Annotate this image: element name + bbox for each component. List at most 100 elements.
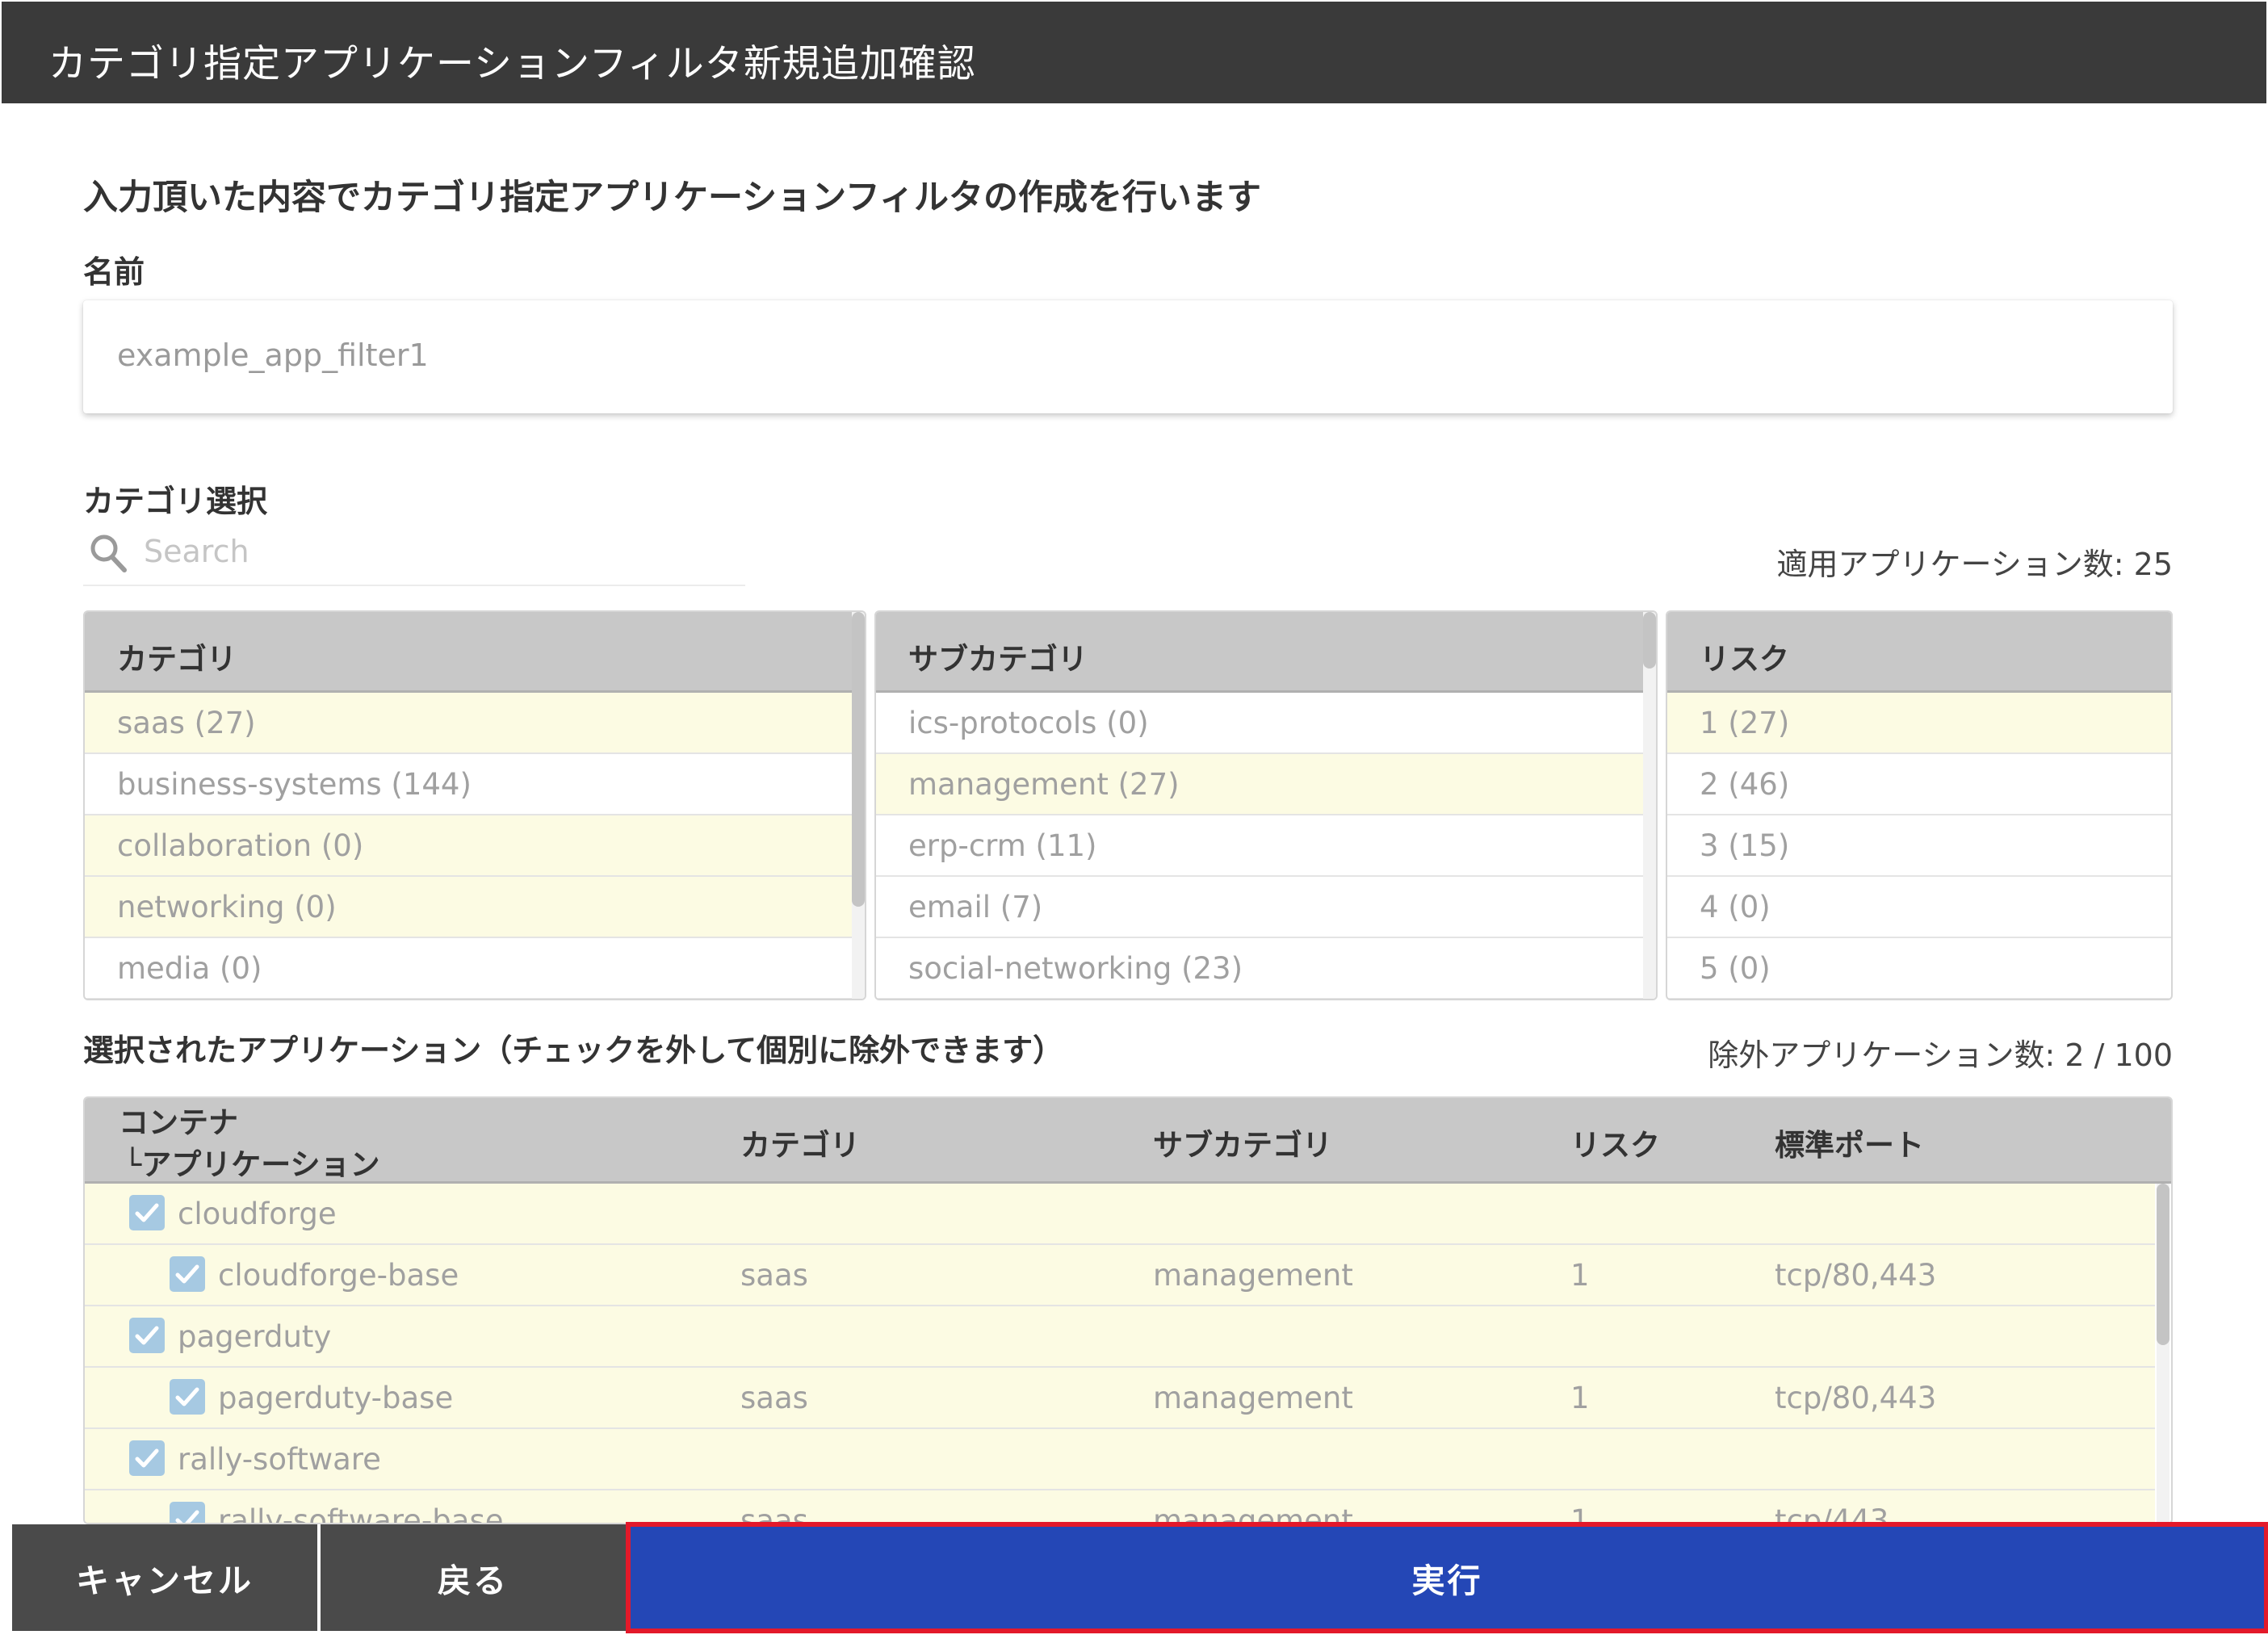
port-cell: tcp/80,443	[1775, 1381, 1937, 1415]
risk-item-label: 1 (27)	[1700, 706, 1790, 740]
risk-list-item[interactable]: 1 (27)	[1667, 693, 2171, 754]
risk-cell: 1	[1570, 1381, 1590, 1415]
port-cell: tcp/443	[1775, 1503, 1889, 1524]
selected-apps-table: コンテナ └アプリケーション カテゴリ サブカテゴリ リスク 標準ポート clo…	[83, 1096, 2173, 1524]
subcategory-list-item[interactable]: social-networking (23)	[876, 938, 1656, 999]
risk-panel-header: リスク	[1667, 612, 2171, 693]
risk-cell: 1	[1570, 1258, 1590, 1293]
risk-cell: 1	[1570, 1503, 1590, 1524]
risk-list-item[interactable]: 3 (15)	[1667, 815, 2171, 877]
dialog-footer: キャンセル 戻る 実行	[12, 1522, 2268, 1633]
col-category: カテゴリ	[740, 1128, 860, 1163]
risk-item-label: 2 (46)	[1700, 767, 1790, 802]
category-list-item[interactable]: media (0)	[85, 938, 865, 999]
col-container: コンテナ	[119, 1105, 238, 1140]
subcategory-scrollbar[interactable]	[1643, 612, 1656, 999]
category-list-item[interactable]: saas (27)	[85, 693, 865, 754]
table-row: pagerduty	[85, 1306, 2155, 1368]
category-scroll-thumb[interactable]	[852, 612, 865, 907]
port-cell: tcp/80,443	[1775, 1258, 1937, 1293]
row-checkbox[interactable]	[129, 1318, 165, 1353]
subcategory-item-label: erp-crm (11)	[908, 828, 1097, 863]
risk-list-item[interactable]: 2 (46)	[1667, 754, 2171, 815]
cancel-button[interactable]: キャンセル	[12, 1524, 317, 1631]
checkmark-icon	[175, 1510, 199, 1523]
category-search[interactable]	[83, 525, 745, 586]
col-port: 標準ポート	[1775, 1128, 1924, 1163]
risk-item-label: 5 (0)	[1700, 951, 1771, 986]
category-scrollbar[interactable]	[852, 612, 865, 999]
subcategory-list-item[interactable]: email (7)	[876, 877, 1656, 938]
back-button[interactable]: 戻る	[321, 1524, 626, 1631]
risk-header-label: リスク	[1700, 642, 1789, 677]
category-select-label: カテゴリ選択	[83, 484, 268, 519]
category-cell: saas	[740, 1258, 808, 1293]
table-row: cloudforge	[85, 1184, 2155, 1245]
subcategory-cell: management	[1153, 1381, 1353, 1415]
row-checkbox[interactable]	[170, 1379, 205, 1415]
name-label: 名前	[83, 254, 145, 290]
category-list-item[interactable]: collaboration (0)	[85, 815, 865, 877]
execute-button[interactable]: 実行	[626, 1522, 2268, 1633]
subcategory-panel-header: サブカテゴリ	[876, 612, 1656, 693]
col-subcategory: サブカテゴリ	[1153, 1128, 1332, 1163]
excluded-app-count: 除外アプリケーション数: 2 / 100	[1708, 1037, 2173, 1073]
dialog-title-bar: カテゴリ指定アプリケーションフィルタ新規追加確認	[2, 2, 2266, 103]
dialog-title: カテゴリ指定アプリケーションフィルタ新規追加確認	[48, 42, 976, 86]
applied-app-count: 適用アプリケーション数: 25	[1776, 547, 2173, 582]
name-value: example_app_filter1	[117, 337, 429, 373]
apps-table-body: cloudforge cloudforge-base saas management 1…	[85, 1184, 2155, 1524]
risk-list-item[interactable]: 5 (0)	[1667, 938, 2171, 999]
subcategory-list-item[interactable]: erp-crm (11)	[876, 815, 1656, 877]
risk-item-label: 3 (15)	[1700, 828, 1790, 863]
checkmark-icon	[135, 1448, 159, 1468]
apps-scrollbar[interactable]	[2157, 1184, 2169, 1523]
category-cell: saas	[740, 1381, 808, 1415]
category-item-label: media (0)	[117, 951, 262, 986]
apps-scroll-thumb[interactable]	[2157, 1184, 2169, 1345]
row-checkbox[interactable]	[129, 1195, 165, 1230]
search-icon	[90, 534, 127, 572]
app-name-cell: cloudforge	[178, 1197, 337, 1231]
intro-heading: 入力頂いた内容でカテゴリ指定アプリケーションフィルタの作成を行います	[83, 178, 1261, 218]
subcategory-item-label: management (27)	[908, 767, 1180, 802]
subcategory-item-label: email (7)	[908, 890, 1043, 924]
subcategory-panel: サブカテゴリ ics-protocols (0) management (27) e…	[874, 610, 1658, 1000]
category-cell: saas	[740, 1503, 808, 1524]
category-list-item[interactable]: networking (0)	[85, 877, 865, 938]
category-list-item[interactable]: business-systems (144)	[85, 754, 865, 815]
subcategory-list-item[interactable]: management (27)	[876, 754, 1656, 815]
checkmark-icon	[175, 1387, 199, 1406]
col-risk: リスク	[1570, 1128, 1660, 1163]
subcategory-item-label: ics-protocols (0)	[908, 706, 1149, 740]
category-item-label: saas (27)	[117, 706, 256, 740]
search-input[interactable]	[144, 530, 709, 573]
row-checkbox[interactable]	[170, 1256, 205, 1292]
checkmark-icon	[135, 1203, 159, 1222]
row-checkbox[interactable]	[129, 1440, 165, 1476]
checkmark-icon	[175, 1264, 199, 1284]
subcategory-cell: management	[1153, 1258, 1353, 1293]
app-name-cell: rally-software-base	[218, 1503, 504, 1524]
selected-apps-label: 選択されたアプリケーション（チェックを外して個別に除外できます）	[83, 1033, 1064, 1068]
subcategory-item-label: social-networking (23)	[908, 951, 1243, 986]
subcategory-cell: management	[1153, 1503, 1353, 1524]
risk-panel: リスク 1 (27) 2 (46) 3 (15) 4 (0) 5 (0)	[1666, 610, 2173, 1000]
checkmark-icon	[135, 1326, 159, 1345]
app-name-cell: pagerduty-base	[218, 1381, 454, 1415]
table-row: rally-software	[85, 1429, 2155, 1490]
app-name-cell: pagerduty	[178, 1319, 332, 1354]
name-field: example_app_filter1	[83, 300, 2173, 413]
col-application: └アプリケーション	[124, 1147, 380, 1182]
row-checkbox[interactable]	[170, 1502, 205, 1523]
table-row: pagerduty-base saas management 1 tcp/80,443	[85, 1368, 2155, 1429]
subcategory-scroll-thumb[interactable]	[1643, 612, 1656, 669]
category-item-label: collaboration (0)	[117, 828, 364, 863]
category-item-label: networking (0)	[117, 890, 337, 924]
risk-item-label: 4 (0)	[1700, 890, 1771, 924]
subcategory-list-item[interactable]: ics-protocols (0)	[876, 693, 1656, 754]
category-panel: カテゴリ saas (27) business-systems (144) coll…	[83, 610, 866, 1000]
category-panel-header: カテゴリ	[85, 612, 865, 693]
risk-list-item[interactable]: 4 (0)	[1667, 877, 2171, 938]
category-header-label: カテゴリ	[117, 642, 237, 677]
